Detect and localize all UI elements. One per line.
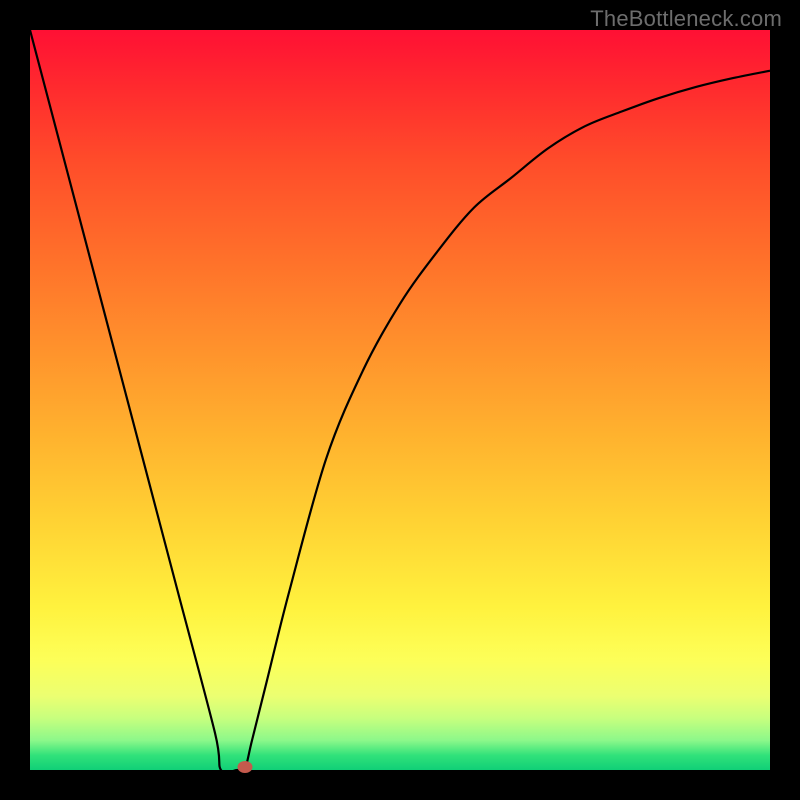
optimal-point-marker — [237, 761, 252, 773]
plot-area — [30, 30, 770, 770]
bottleneck-curve — [30, 30, 770, 770]
chart-frame: TheBottleneck.com — [0, 0, 800, 800]
watermark-text: TheBottleneck.com — [590, 6, 782, 32]
